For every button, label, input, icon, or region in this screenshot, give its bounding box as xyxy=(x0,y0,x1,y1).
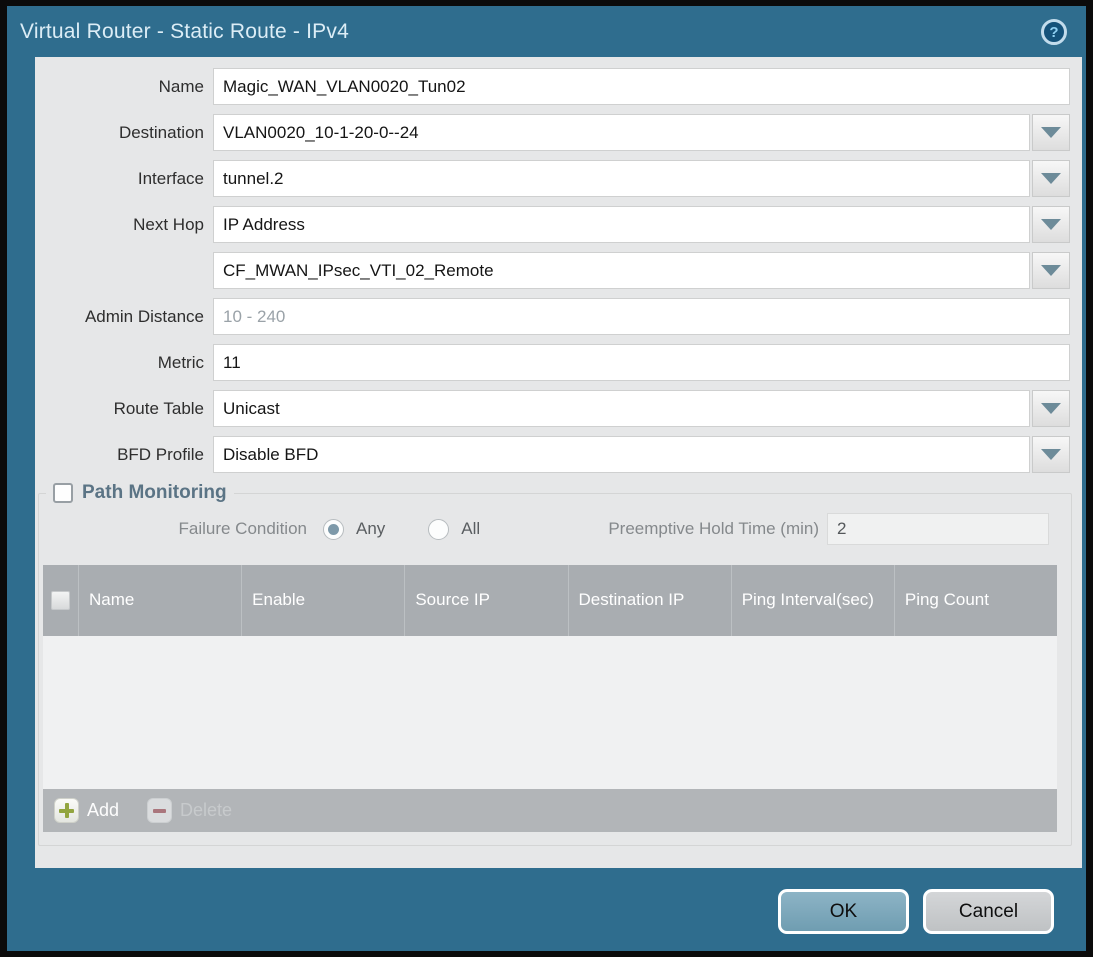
form-row-bfd-profile: BFD Profile xyxy=(35,436,1070,473)
interface-dropdown-button[interactable] xyxy=(1032,160,1070,197)
name-label: Name xyxy=(35,77,213,97)
metric-input[interactable] xyxy=(213,344,1070,381)
table-header-destination-ip[interactable]: Destination IP xyxy=(568,565,731,636)
form-row-next-hop-address xyxy=(35,252,1070,289)
table-header-enable[interactable]: Enable xyxy=(241,565,404,636)
path-monitoring-title: Path Monitoring xyxy=(82,482,227,504)
chevron-down-icon xyxy=(1041,219,1061,230)
dialog-title: Virtual Router - Static Route - IPv4 xyxy=(20,20,349,44)
next-hop-label: Next Hop xyxy=(35,215,213,235)
add-button-label: Add xyxy=(87,800,119,821)
help-icon[interactable]: ? xyxy=(1041,19,1067,45)
preemptive-hold-time-input[interactable] xyxy=(827,513,1049,545)
path-monitoring-section: Path Monitoring Failure Condition Any Al… xyxy=(38,482,1072,846)
next-hop-address-dropdown-button[interactable] xyxy=(1032,252,1070,289)
preemptive-hold-time-group: Preemptive Hold Time (min) xyxy=(608,513,1049,545)
route-table-label: Route Table xyxy=(35,399,213,419)
path-monitoring-legend: Path Monitoring xyxy=(46,482,234,504)
select-all-checkbox[interactable] xyxy=(51,591,70,610)
form-row-interface: Interface xyxy=(35,160,1070,197)
interface-label: Interface xyxy=(35,169,213,189)
admin-distance-input[interactable] xyxy=(213,298,1070,335)
next-hop-address-input[interactable] xyxy=(213,252,1030,289)
add-button[interactable]: Add xyxy=(54,798,119,823)
cancel-button[interactable]: Cancel xyxy=(923,889,1054,934)
name-input[interactable] xyxy=(213,68,1070,105)
table-header-source-ip[interactable]: Source IP xyxy=(404,565,567,636)
static-route-dialog: Virtual Router - Static Route - IPv4 ? N… xyxy=(7,6,1086,951)
destination-input[interactable] xyxy=(213,114,1030,151)
admin-distance-label: Admin Distance xyxy=(35,307,213,327)
table-header-name[interactable]: Name xyxy=(78,565,241,636)
delete-button-label: Delete xyxy=(180,800,232,821)
table-body-empty xyxy=(43,636,1057,789)
minus-icon xyxy=(147,798,172,823)
table-header-checkbox-cell xyxy=(43,565,78,636)
table-action-bar: Add Delete xyxy=(43,789,1057,832)
failure-condition-label: Failure Condition xyxy=(39,519,307,539)
table-header-ping-count[interactable]: Ping Count xyxy=(894,565,1057,636)
metric-label: Metric xyxy=(35,353,213,373)
route-table-input[interactable] xyxy=(213,390,1030,427)
destination-dropdown-button[interactable] xyxy=(1032,114,1070,151)
table-header-ping-interval[interactable]: Ping Interval(sec) xyxy=(731,565,894,636)
chevron-down-icon xyxy=(1041,127,1061,138)
route-table-dropdown-button[interactable] xyxy=(1032,390,1070,427)
form-row-next-hop: Next Hop xyxy=(35,206,1070,243)
path-monitoring-checkbox[interactable] xyxy=(53,483,73,503)
bfd-profile-input[interactable] xyxy=(213,436,1030,473)
delete-button[interactable]: Delete xyxy=(147,798,232,823)
form-row-destination: Destination xyxy=(35,114,1070,151)
next-hop-type-dropdown-button[interactable] xyxy=(1032,206,1070,243)
bfd-profile-label: BFD Profile xyxy=(35,445,213,465)
failure-condition-row: Failure Condition Any All Preemptive Hol… xyxy=(39,509,1049,549)
destination-label: Destination xyxy=(35,123,213,143)
next-hop-type-input[interactable] xyxy=(213,206,1030,243)
dialog-body: Name Destination Interface xyxy=(35,57,1082,868)
screenshot-frame: Virtual Router - Static Route - IPv4 ? N… xyxy=(0,0,1093,957)
form-row-metric: Metric xyxy=(35,344,1070,381)
chevron-down-icon xyxy=(1041,403,1061,414)
plus-icon xyxy=(54,798,79,823)
failure-condition-all-label: All xyxy=(461,519,480,539)
failure-condition-any-radio[interactable] xyxy=(323,519,344,540)
bfd-profile-dropdown-button[interactable] xyxy=(1032,436,1070,473)
failure-condition-all-radio[interactable] xyxy=(428,519,449,540)
dialog-footer: OK Cancel xyxy=(778,889,1054,934)
form-row-name: Name xyxy=(35,68,1070,105)
interface-input[interactable] xyxy=(213,160,1030,197)
dialog-titlebar: Virtual Router - Static Route - IPv4 ? xyxy=(7,6,1086,57)
table-header-row: Name Enable Source IP Destination IP Pin… xyxy=(43,565,1057,636)
ok-button[interactable]: OK xyxy=(778,889,909,934)
form-row-route-table: Route Table xyxy=(35,390,1070,427)
preemptive-hold-time-label: Preemptive Hold Time (min) xyxy=(608,519,819,539)
chevron-down-icon xyxy=(1041,173,1061,184)
form-row-admin-distance: Admin Distance xyxy=(35,298,1070,335)
path-monitoring-table: Name Enable Source IP Destination IP Pin… xyxy=(43,565,1057,832)
failure-condition-any-label: Any xyxy=(356,519,385,539)
chevron-down-icon xyxy=(1041,449,1061,460)
chevron-down-icon xyxy=(1041,265,1061,276)
